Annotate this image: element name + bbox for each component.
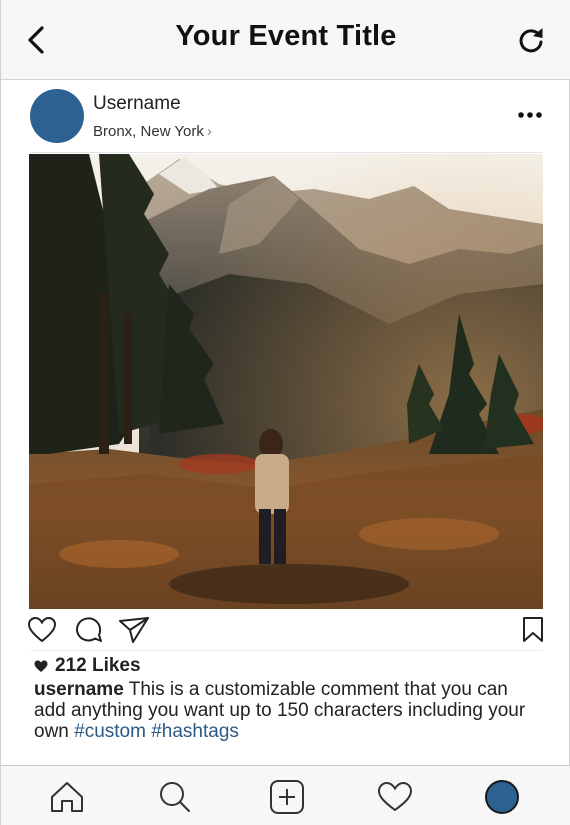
ellipsis-icon [518, 112, 542, 118]
refresh-button[interactable] [513, 22, 549, 58]
like-button[interactable] [26, 614, 58, 646]
likes-label: 212 Likes [55, 655, 141, 676]
divider [30, 650, 542, 651]
nav-search-button[interactable] [156, 778, 194, 816]
app-frame: Your Event Title Username Bronx, New Yor… [0, 0, 570, 825]
hashtag-link[interactable]: #hashtags [151, 721, 239, 742]
post-username[interactable]: Username [93, 93, 181, 115]
home-icon [51, 782, 83, 812]
mountain-photo [29, 154, 543, 609]
comment-bubble-icon [76, 617, 102, 642]
add-post-icon [270, 780, 304, 814]
bottom-nav [1, 765, 570, 825]
post-caption: username This is a customizable comment … [34, 679, 539, 742]
post-photo[interactable] [29, 154, 543, 609]
more-options-button[interactable] [513, 104, 547, 126]
nav-activity-button[interactable] [376, 778, 414, 816]
refresh-icon [519, 28, 543, 53]
search-icon [160, 782, 190, 812]
chevron-left-icon [28, 26, 44, 54]
caption-username[interactable]: username [34, 679, 124, 700]
post-location[interactable]: Bronx, New York › [93, 123, 212, 140]
chevron-right-icon: › [206, 123, 212, 140]
share-button[interactable] [118, 614, 150, 646]
avatar[interactable] [30, 89, 84, 143]
page-title: Your Event Title [175, 20, 397, 52]
likes-count[interactable]: 212 Likes [34, 655, 141, 677]
heart-outline-icon [27, 616, 57, 643]
nav-add-button[interactable] [268, 778, 306, 816]
hashtag-link[interactable]: #custom [74, 721, 146, 742]
save-button[interactable] [517, 614, 549, 646]
heart-filled-icon [34, 660, 48, 673]
paper-plane-icon [119, 617, 149, 643]
profile-avatar-icon [485, 780, 519, 814]
comment-button[interactable] [73, 614, 105, 646]
nav-profile-button[interactable] [483, 778, 521, 816]
divider [30, 152, 542, 153]
location-label: Bronx, New York [93, 123, 204, 140]
activity-heart-icon [377, 781, 413, 812]
top-bar: Your Event Title [1, 0, 570, 80]
nav-home-button[interactable] [48, 778, 86, 816]
back-button[interactable] [19, 22, 53, 58]
bookmark-icon [523, 617, 543, 642]
post-actions [1, 612, 570, 648]
